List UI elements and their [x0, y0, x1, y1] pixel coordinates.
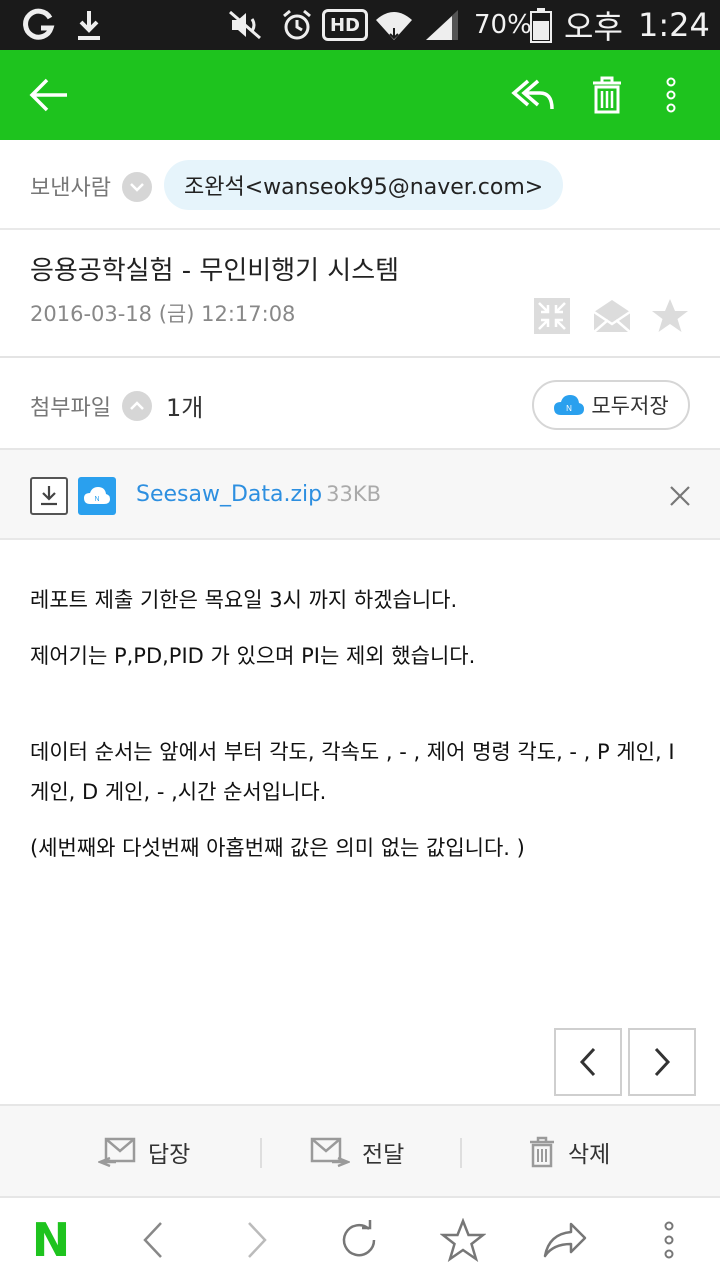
- notification-g-icon: [22, 0, 56, 50]
- chevron-left-icon: [579, 1047, 596, 1077]
- reply-button[interactable]: 답장: [98, 1106, 190, 1198]
- sender-label: 보낸사람: [30, 176, 111, 201]
- status-ampm: 오후: [564, 8, 623, 46]
- next-mail-button[interactable]: [628, 1028, 696, 1096]
- attachment-header: 첨부파일 1개 N 모두저장: [0, 358, 720, 450]
- back-button[interactable]: [14, 50, 84, 140]
- body-paragraph: 데이터 순서는 앞에서 부터 각도, 각속도 , - , 제어 명령 각도, -…: [30, 740, 675, 804]
- battery-icon: [530, 0, 552, 50]
- attachment-file-link[interactable]: Seesaw_Data.zip 33KB: [136, 482, 381, 507]
- refresh-icon: [342, 1220, 376, 1257]
- refresh-button[interactable]: [324, 1198, 394, 1280]
- attachment-file-row: N Seesaw_Data.zip 33KB: [0, 450, 720, 540]
- share-button[interactable]: [530, 1198, 600, 1280]
- svg-text:N: N: [94, 496, 99, 503]
- subject-block: 응용공학실험 - 무인비행기 시스템 2016-03-18 (금) 12:17:…: [0, 230, 720, 358]
- download-icon: [74, 0, 104, 50]
- status-bar: HD 70% 오후 1:24: [0, 0, 720, 50]
- wifi-icon: [374, 0, 414, 50]
- delete-mail-button[interactable]: 삭제: [528, 1106, 610, 1198]
- mark-unread-button[interactable]: [592, 296, 632, 336]
- trash-icon: [530, 1136, 554, 1168]
- cloud-icon: N: [84, 487, 110, 504]
- star-outline-icon: [440, 1218, 486, 1262]
- mute-icon: [226, 0, 266, 50]
- naver-logo: N: [31, 1213, 71, 1267]
- chevron-right-icon: [248, 1222, 267, 1258]
- chevron-left-icon: [143, 1222, 162, 1258]
- reply-all-icon: [511, 79, 554, 110]
- previous-mail-button[interactable]: [554, 1028, 622, 1096]
- forward-mail-icon: [310, 1137, 350, 1168]
- attachment-toggle-button[interactable]: [122, 391, 152, 421]
- reply-label: 답장: [148, 1142, 191, 1168]
- remove-attachment-button[interactable]: [664, 480, 696, 512]
- battery-percent: 70%: [474, 10, 532, 40]
- more-vertical-icon: [664, 1221, 674, 1259]
- more-menu-button[interactable]: [636, 50, 706, 140]
- browser-back-button[interactable]: [118, 1198, 188, 1280]
- alarm-icon: [280, 0, 314, 50]
- browser-menu-button[interactable]: [634, 1198, 704, 1280]
- body-paragraph: 제어기는 P,PD,PID 가 있으며 PI는 제외 했습니다.: [30, 644, 476, 668]
- delete-button[interactable]: [572, 50, 642, 140]
- open-envelope-icon: [593, 300, 631, 333]
- browser-forward-button[interactable]: [222, 1198, 292, 1280]
- reply-mail-icon: [98, 1137, 136, 1168]
- status-time: 1:24: [638, 6, 710, 44]
- forward-button[interactable]: 전달: [310, 1106, 404, 1198]
- sender-row: 보낸사람 조완석<wanseok95@naver.com>: [0, 140, 720, 230]
- mail-action-bar: 답장 전달 삭제: [0, 1104, 720, 1196]
- hd-voice-icon: HD: [322, 0, 368, 50]
- divider: [460, 1138, 462, 1168]
- reply-all-button[interactable]: [498, 50, 568, 140]
- mail-subject: 응용공학실험 - 무인비행기 시스템: [30, 256, 400, 286]
- save-all-button[interactable]: N 모두저장: [532, 380, 690, 430]
- star-icon: [652, 299, 688, 332]
- chevron-up-icon: [130, 401, 144, 410]
- save-to-cloud-button[interactable]: N: [78, 477, 116, 515]
- collapse-button[interactable]: [532, 296, 572, 336]
- app-bar: [0, 50, 720, 140]
- share-arrow-icon: [543, 1222, 587, 1258]
- cloud-icon: N: [554, 395, 585, 415]
- attachment-count: 1개: [166, 394, 204, 422]
- forward-label: 전달: [362, 1142, 405, 1168]
- close-icon: [670, 486, 690, 506]
- more-vertical-icon: [666, 77, 676, 113]
- hd-label: HD: [322, 9, 368, 41]
- chevron-down-icon: [130, 183, 144, 192]
- divider: [260, 1138, 262, 1168]
- body-paragraph: 레포트 제출 기한은 목요일 3시 까지 하겠습니다.: [30, 588, 458, 612]
- naver-home-button[interactable]: N: [16, 1198, 86, 1280]
- save-all-label: 모두저장: [591, 394, 669, 418]
- browser-toolbar: N: [0, 1196, 720, 1280]
- bookmark-button[interactable]: [428, 1198, 498, 1280]
- mail-date: 2016-03-18 (금) 12:17:08: [30, 302, 296, 326]
- delete-label: 삭제: [568, 1142, 611, 1168]
- body-paragraph: (세번째와 다섯번째 아홉번째 값은 의미 없는 값입니다. ): [30, 836, 525, 860]
- sender-expand-button[interactable]: [122, 172, 152, 202]
- download-file-button[interactable]: [30, 477, 68, 515]
- back-arrow-icon: [29, 78, 67, 112]
- download-icon: [41, 486, 57, 506]
- svg-text:N: N: [566, 404, 572, 413]
- signal-icon: [424, 0, 460, 50]
- mail-body: 레포트 제출 기한은 목요일 3시 까지 하겠습니다. 제어기는 P,PD,PI…: [30, 580, 690, 884]
- file-name[interactable]: Seesaw_Data.zip: [136, 482, 322, 507]
- trash-icon: [593, 76, 621, 114]
- file-size: 33KB: [326, 482, 382, 506]
- sender-chip[interactable]: 조완석<wanseok95@naver.com>: [164, 160, 564, 210]
- attachment-label: 첨부파일: [30, 396, 111, 421]
- collapse-arrows-icon: [534, 298, 570, 334]
- chevron-right-icon: [654, 1047, 671, 1077]
- star-button[interactable]: [650, 296, 690, 336]
